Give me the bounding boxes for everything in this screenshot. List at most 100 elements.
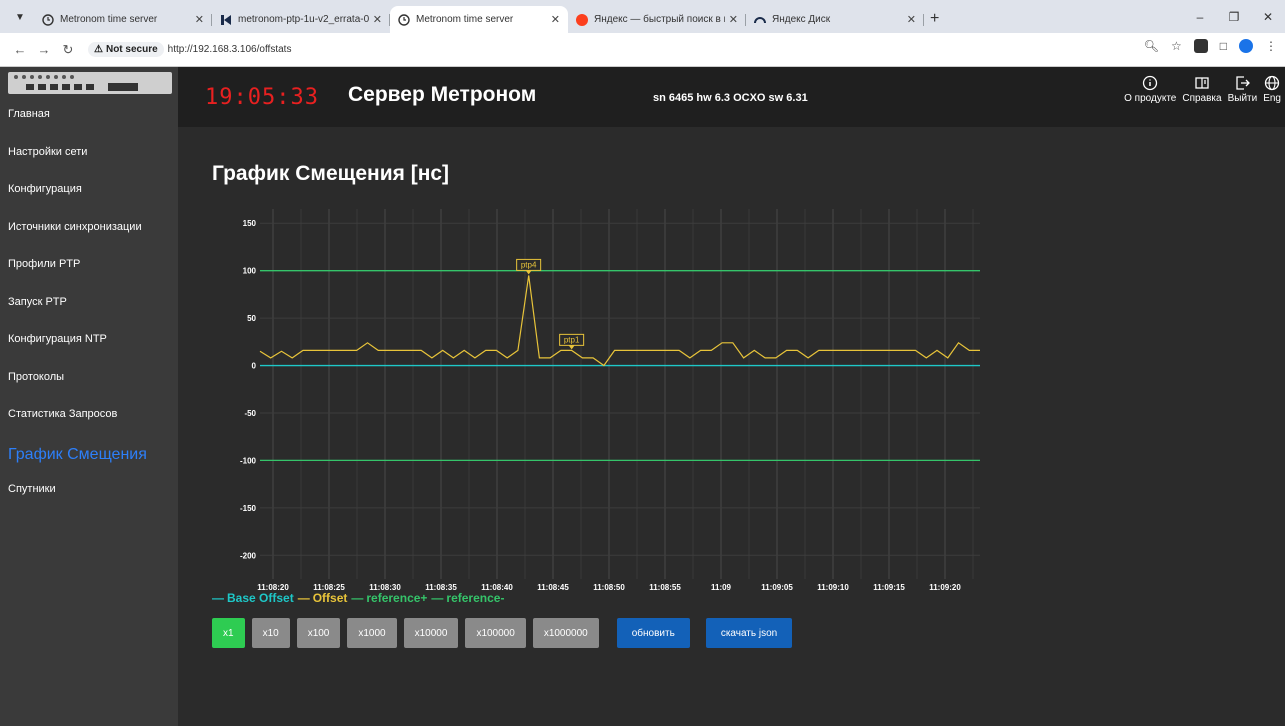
warning-icon: ⚠ [94,44,103,55]
address-bar: ← → ↻ ⚠ Not secure http://192.168.3.106/… [0,33,1285,67]
main-content: График Смещения [нс] 11:08:20 11:08:25 11:… [178,127,1285,726]
header-button[interactable]: Справка [1182,75,1222,104]
scale-button[interactable]: x10000 [403,618,459,648]
extension-icon[interactable] [1193,39,1208,53]
extensions-puzzle-icon[interactable]: □ [1220,39,1227,53]
offset-chart: 11:08:20 11:08:25 11:08:30 11:08:35 11:08:40… [240,209,980,592]
annotation-pointer [568,345,575,350]
refresh-button[interactable]: обновить [616,618,690,648]
scale-button[interactable]: x10 [251,618,290,648]
tab-title: Яндекс — быстрый поиск в и [594,14,725,25]
scale-button[interactable]: x1 [212,618,245,648]
profile-avatar-icon[interactable] [1239,39,1253,53]
legend-item[interactable]: — Offset [298,591,348,605]
browser-tab[interactable]: Metronom time server ✕ [390,6,568,33]
clock-icon [398,13,410,26]
x-tick-label: 11:09 [711,583,732,592]
scale-button[interactable]: x1000 [347,618,397,648]
chart-controls: x1 x10 x100 x1000 x10000 x100000 x1000000 обнов… [212,618,793,648]
download-json-button[interactable]: скачать json [705,618,793,648]
header-button[interactable]: О продукте [1124,75,1176,104]
browser-menu-icon[interactable]: ⋮ [1265,39,1277,53]
legend-label: Base Offset [227,591,294,605]
legend-item[interactable]: — Base Offset [212,591,294,605]
k-logo-icon [220,14,232,26]
y-tick-label: -100 [240,456,257,465]
chart-annotation: ptp1 [559,333,585,350]
book-icon [1194,75,1210,91]
tab-close-icon[interactable]: ✕ [195,13,204,26]
omnibox[interactable]: ⚠ Not secure http://192.168.3.106/offsta… [88,38,291,62]
new-tab-button[interactable]: + [930,10,939,28]
sidebar-item[interactable]: Источники синхронизации [0,221,178,259]
app-header: 19:05:33 Сервер Метроном sn 6465 hw 6.3 … [178,67,1285,127]
y-tick-label: -150 [240,504,257,513]
legend-label: reference+ [366,591,428,605]
sidebar-item[interactable]: Спутники [0,483,178,521]
toolbar-right: 🔍︎ ☆ □ ⋮ [1144,39,1277,53]
reload-button[interactable]: ↻ [56,42,80,58]
x-tick-label: 11:08:50 [593,583,625,592]
security-indicator[interactable]: ⚠ Not secure [88,42,164,57]
legend-item[interactable]: — reference- [431,591,504,605]
zoom-icon[interactable]: 🔍︎ [1144,39,1159,53]
y-tick-label: -50 [244,409,256,418]
window-controls: – ❐ ✕ [1183,0,1285,33]
browser-tab[interactable]: Metronom time server ✕ [34,6,212,33]
chart-legend: — Base Offset — Offset — reference+ — reference… [212,591,504,605]
forward-button[interactable]: → [32,42,56,57]
tab-close-icon[interactable]: ✕ [551,13,560,26]
sidebar-item[interactable]: Протоколы [0,371,178,409]
tab-title: Metronom time server [416,14,514,25]
sidebar-item[interactable]: Запуск PTP [0,296,178,334]
annotation-label: ptp4 [521,260,537,269]
device-front-panel-image [8,72,172,94]
header-button[interactable]: Выйти [1228,75,1257,104]
legend-line-icon: — [351,591,364,605]
browser-tab[interactable]: Яндекс — быстрый поиск в и ✕ [568,6,746,33]
close-window-button[interactable]: ✕ [1251,10,1285,24]
y-tick-label: 50 [247,314,256,323]
clock-icon [42,13,54,26]
legend-line-icon: — [297,591,310,605]
y-tick-label: 150 [243,219,257,228]
minimize-button[interactable]: – [1183,10,1217,24]
x-tick-label: 11:09:20 [929,583,961,592]
header-button-label: Справка [1182,93,1222,104]
header-buttons: О продукте Справка Выйти Eng [1124,75,1281,104]
y-tick-label: 100 [243,267,257,276]
header-button[interactable]: Eng [1263,75,1281,104]
yandex-icon [576,13,588,26]
sidebar-item[interactable]: Конфигурация [0,183,178,221]
sidebar-item[interactable]: Конфигурация NTP [0,333,178,371]
sidebar-item[interactable]: Главная [0,108,178,146]
legend-item[interactable]: — reference+ [351,591,427,605]
clock: 19:05:33 [205,85,319,110]
disk-icon [754,14,766,26]
url-text[interactable]: http://192.168.3.106/offstats [168,44,292,55]
back-button[interactable]: ← [8,42,32,57]
browser-tab[interactable]: Яндекс Диск ✕ [746,6,924,33]
tab-title: metronom-ptp-1u-v2_errata-0: [238,14,369,25]
tab-close-icon[interactable]: ✕ [373,13,382,26]
x-tick-label: 11:09:05 [761,583,793,592]
maximize-button[interactable]: ❐ [1217,10,1251,24]
tab-close-icon[interactable]: ✕ [729,13,738,26]
annotation-label: ptp1 [564,335,580,344]
scale-button[interactable]: x1000000 [532,618,599,648]
sidebar-item[interactable]: Профили PTP [0,258,178,296]
series-line-offset [259,275,980,367]
scale-button[interactable]: x100000 [465,618,526,648]
tab-search-menu-button[interactable]: ▼ [6,5,34,29]
browser-tab[interactable]: metronom-ptp-1u-v2_errata-0: ✕ [212,6,390,33]
tab-close-icon[interactable]: ✕ [907,13,916,26]
scale-button[interactable]: x100 [296,618,341,648]
bookmark-star-icon[interactable]: ☆ [1171,39,1182,53]
sidebar-item[interactable]: График Смещения [0,446,178,484]
annotation-pointer [525,270,532,275]
sidebar-item[interactable]: Статистика Запросов [0,408,178,446]
sidebar-item[interactable]: Настройки сети [0,146,178,184]
sidebar: Главная Настройки сети Конфигурация Источни… [0,67,178,726]
header-button-label: О продукте [1124,93,1177,104]
device-info: sn 6465 hw 6.3 OCXO sw 6.31 [653,92,808,104]
